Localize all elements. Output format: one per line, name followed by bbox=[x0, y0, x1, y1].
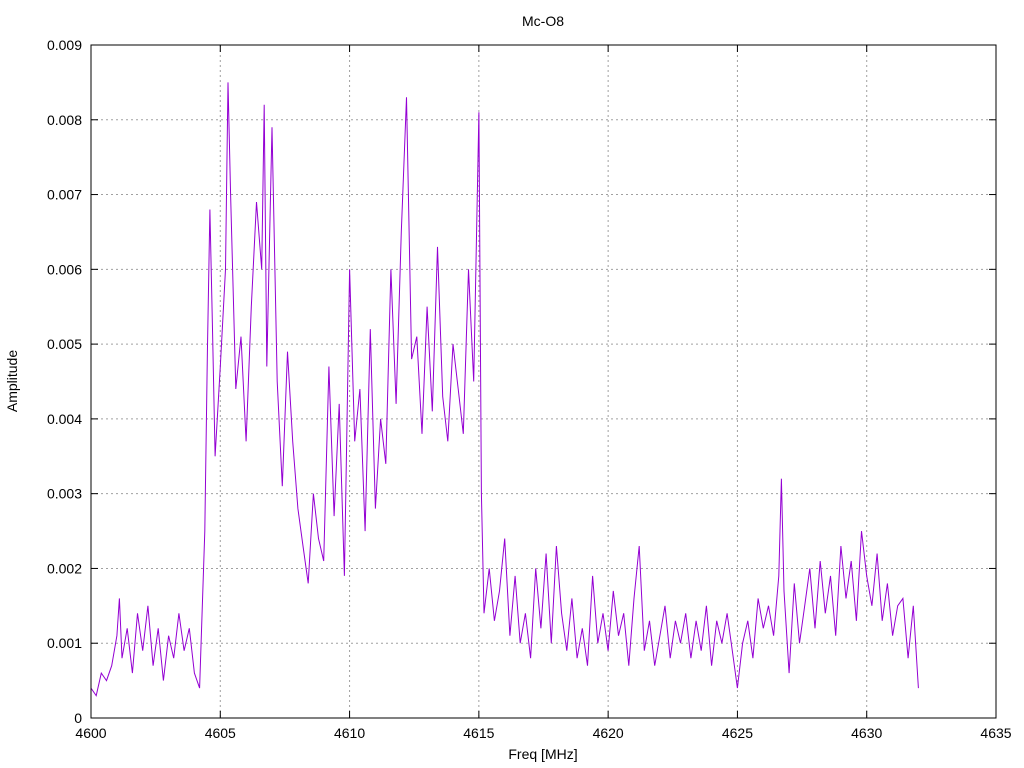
y-tick-label: 0.009 bbox=[47, 37, 82, 53]
chart-background bbox=[0, 0, 1024, 768]
x-tick-label: 4605 bbox=[205, 725, 236, 741]
y-tick-label: 0.007 bbox=[47, 187, 82, 203]
x-tick-label: 4610 bbox=[334, 725, 365, 741]
x-tick-label: 4615 bbox=[463, 725, 494, 741]
y-tick-label: 0.004 bbox=[47, 411, 82, 427]
y-tick-label: 0.003 bbox=[47, 486, 82, 502]
y-axis-title: Amplitude bbox=[4, 350, 20, 412]
y-tick-label: 0.002 bbox=[47, 560, 82, 576]
y-tick-label: 0 bbox=[74, 710, 82, 726]
spectrum-chart: 4600 4605 4610 4615 4620 4625 4630 4635 0 0.001 0… bbox=[0, 0, 1024, 768]
x-tick-label: 4635 bbox=[980, 725, 1011, 741]
y-tick-label: 0.006 bbox=[47, 261, 82, 277]
y-tick-label: 0.001 bbox=[47, 635, 82, 651]
y-tick-label: 0.008 bbox=[47, 112, 82, 128]
x-axis-title: Freq [MHz] bbox=[508, 746, 577, 762]
x-tick-label: 4600 bbox=[75, 725, 106, 741]
x-tick-label: 4625 bbox=[722, 725, 753, 741]
y-tick-label: 0.005 bbox=[47, 336, 82, 352]
x-tick-label: 4630 bbox=[851, 725, 882, 741]
x-tick-label: 4620 bbox=[593, 725, 624, 741]
chart-title: Mc-O8 bbox=[522, 13, 564, 29]
